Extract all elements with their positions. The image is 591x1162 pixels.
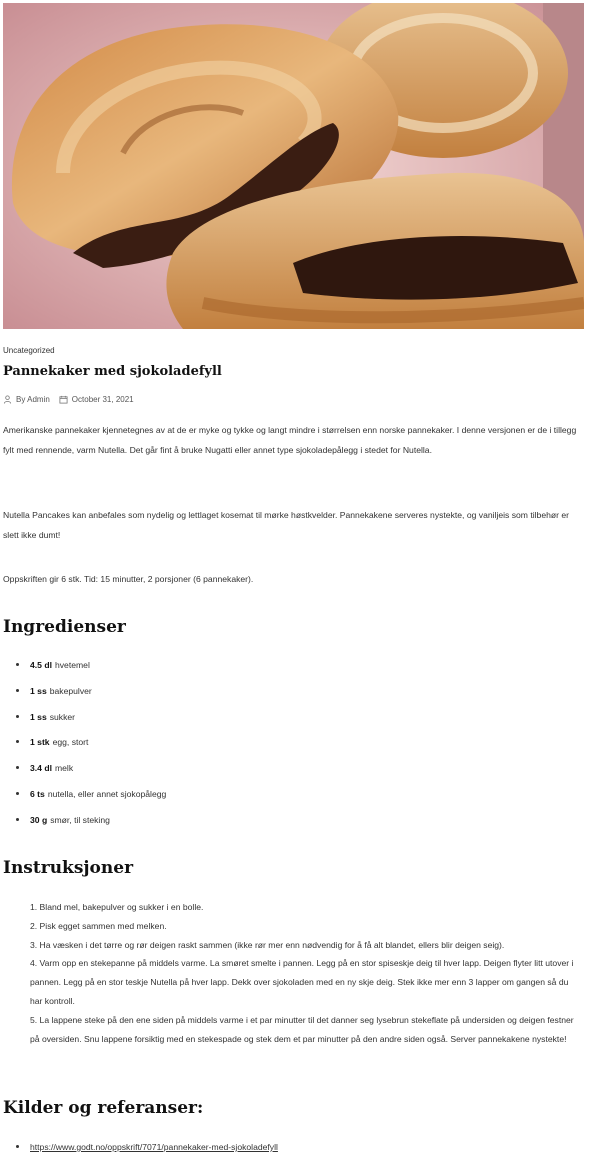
instruction-step: 3. Ha væsken i det tørre og rør deigen r… <box>30 939 505 950</box>
ingredient-name: smør, til steking <box>50 814 110 825</box>
ingredient-item: 3.4 dl melk <box>15 760 166 786</box>
ingredient-item: 1 ss sukker <box>15 709 166 735</box>
instruction-step: 4. Varm opp en stekepanne på middels var… <box>30 958 574 1006</box>
post-date: October 31, 2021 <box>71 395 134 404</box>
ingredient-name: sukker <box>49 711 76 722</box>
source-link[interactable]: https://www.godt.no/oppskrift/7071/panne… <box>30 1142 278 1152</box>
ingredient-qty: 4.5 dl <box>30 660 52 670</box>
post-category[interactable]: Uncategorized <box>3 346 55 355</box>
ingredient-qty: 6 ts <box>30 788 45 799</box>
ingredient-name: bakepulver <box>49 685 92 696</box>
ingredient-qty: 1 ss <box>30 685 47 696</box>
instruction-step: 2. Pisk egget sammen med melken. <box>30 920 167 931</box>
author-meta[interactable]: By Admin <box>3 395 50 404</box>
ingredient-name: melk <box>54 763 74 774</box>
ingredient-item: 6 ts nutella, eller annet sjokopålegg <box>15 786 167 812</box>
ingredient-qty: 1 stk <box>30 737 50 748</box>
post-title: Pannekaker med sjokoladefyll <box>3 364 222 379</box>
intro-paragraph-1: Amerikanske pannekaker kjennetegnes av a… <box>3 425 577 455</box>
ingredient-item: 1 stk egg, stort <box>15 734 166 760</box>
instruction-step: 5. La lappene steke på den ene siden på … <box>30 1014 574 1044</box>
ingredient-name: nutella, eller annet sjokopålegg <box>47 788 167 799</box>
source-item: https://www.godt.no/oppskrift/7071/panne… <box>16 1139 278 1155</box>
ingredients-heading: Ingredienser <box>3 617 126 637</box>
ingredient-item: 1 ss bakepulver <box>15 683 166 709</box>
instructions-list: 1. Bland mel, bakepulver og sukker i en … <box>30 898 583 1048</box>
ingredient-qty: 1 ss <box>30 711 47 722</box>
intro-paragraph-2: Nutella Pancakes kan anbefales som nydel… <box>3 510 570 540</box>
sources-heading: Kilder og referanser: <box>3 1098 204 1118</box>
instruction-step: 1. Bland mel, bakepulver og sukker i en … <box>30 902 204 912</box>
date-meta[interactable]: October 31, 2021 <box>59 395 134 404</box>
ingredient-qty: 3.4 dl <box>30 763 52 774</box>
sources-list: https://www.godt.no/oppskrift/7071/panne… <box>16 1139 278 1155</box>
author-name: By Admin <box>16 395 50 404</box>
intro-paragraph-3: Oppskriften gir 6 stk. Tid: 15 minutter,… <box>3 574 254 584</box>
instructions-heading: Instruksjoner <box>3 858 134 878</box>
ingredient-item: 4.5 dl hvetemel <box>15 657 166 683</box>
user-icon <box>3 395 12 404</box>
ingredients-list: 4.5 dl hvetemel 1 ss bakepulver 1 ss sukker… <box>15 657 167 838</box>
ingredient-name: hvetemel <box>54 660 90 670</box>
calendar-icon <box>59 395 68 404</box>
ingredient-item: 30 g smør, til steking <box>15 812 166 838</box>
ingredient-name: egg, stort <box>52 737 89 748</box>
ingredient-qty: 30 g <box>30 814 48 825</box>
post-meta: By Admin October 31, 2021 <box>3 395 143 404</box>
featured-image <box>3 3 584 329</box>
